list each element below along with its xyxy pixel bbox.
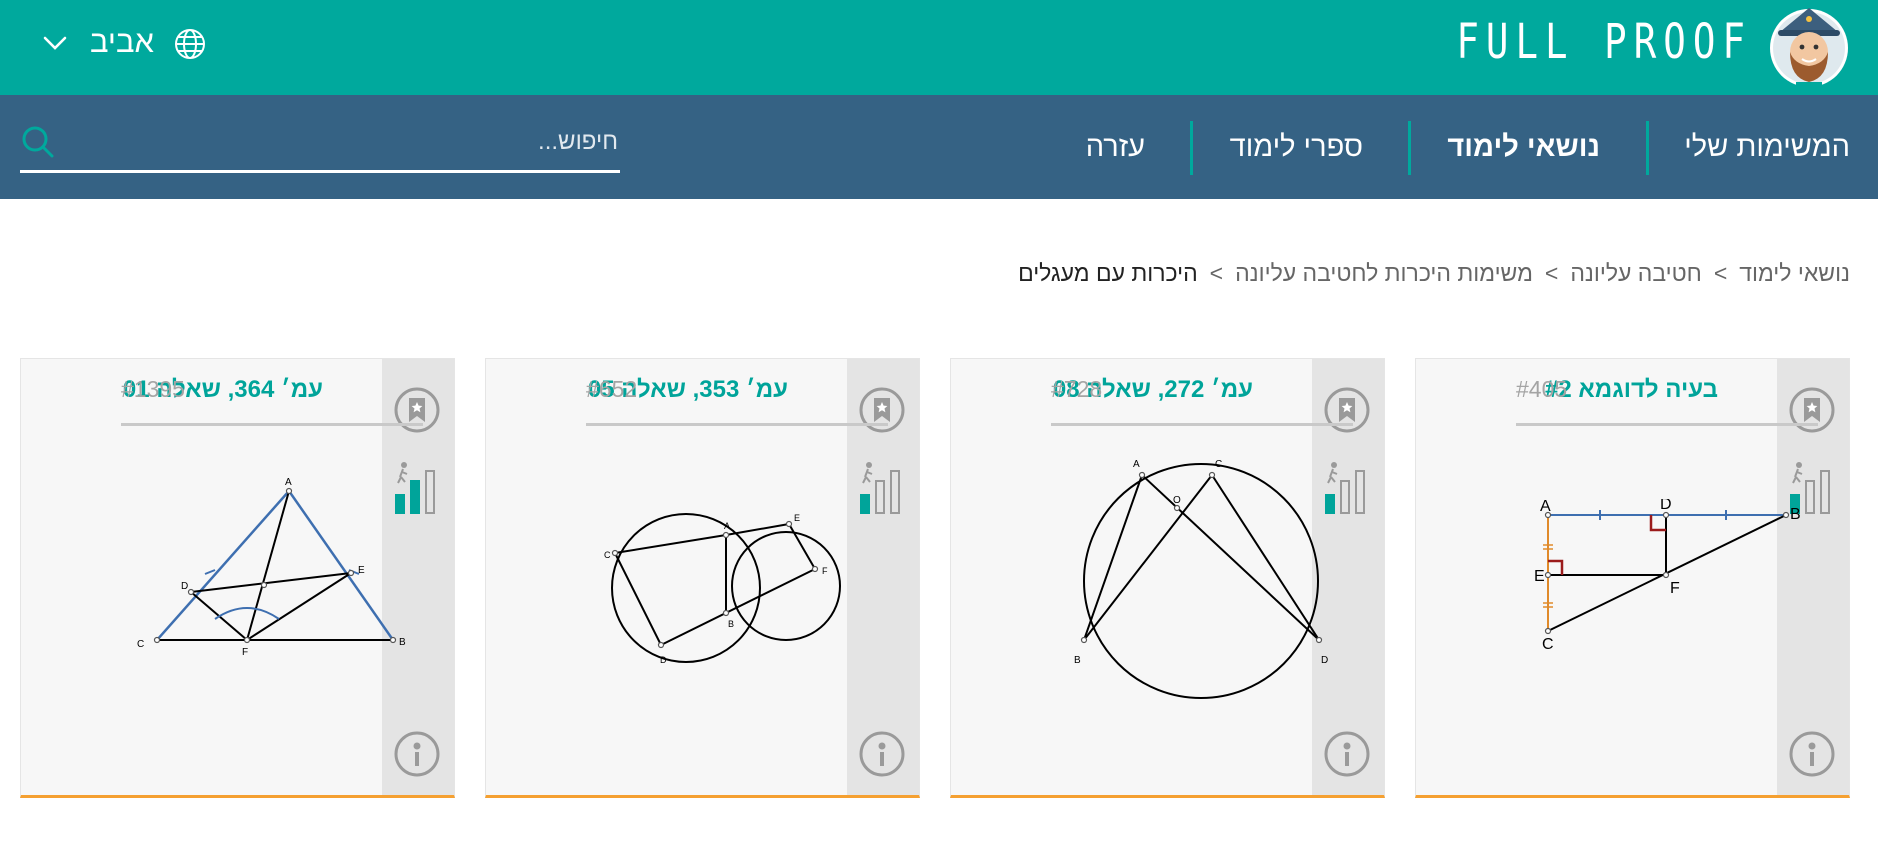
breadcrumb-item[interactable]: משימות היכרות לחטיבה עליונה	[1235, 260, 1533, 286]
card-number: #652	[586, 376, 638, 402]
figure-label: F	[1670, 580, 1680, 597]
info-icon[interactable]	[1789, 731, 1835, 777]
figure-label: D	[660, 655, 667, 665]
nav-item-textbooks[interactable]: ספרי לימוד	[1230, 95, 1363, 199]
geometry-figure: A E C F B D	[604, 513, 841, 665]
nav-divider	[1646, 121, 1649, 175]
figure-label: C	[137, 639, 144, 650]
figure-label: B	[728, 619, 734, 629]
avatar[interactable]	[1768, 4, 1850, 88]
geometry-figure: A D B E F C	[1534, 499, 1801, 653]
figure-label: F	[242, 647, 248, 658]
breadcrumb-separator: >	[1544, 260, 1559, 286]
figure-label: A	[285, 477, 292, 488]
language-label[interactable]: אביב	[90, 24, 154, 60]
card-number: #728	[1051, 376, 1103, 402]
search-icon[interactable]	[20, 124, 54, 158]
figure-label: O	[1173, 495, 1181, 506]
task-card[interactable]: בעיה לדוגמא #2 #405 A D B E F C	[1415, 358, 1850, 798]
task-card[interactable]: עמ׳ 272, שאלה 08 #728 A C O B D	[950, 358, 1385, 798]
top-bar: FULL PROOF אביב	[0, 0, 1878, 95]
card-header: עמ׳ 353, שאלה 05 #652	[586, 359, 888, 426]
figure-label: B	[1790, 506, 1801, 523]
nav-item-study-topics[interactable]: נושאי לימוד	[1447, 95, 1600, 199]
card-header: עמ׳ 364, שאלה 01 #1395	[121, 359, 423, 426]
card-number: #1395	[121, 376, 185, 402]
figure-label: D	[1321, 655, 1328, 666]
logo-text: FULL PROOF	[1456, 14, 1752, 70]
nav-item-help[interactable]: עזרה	[1086, 95, 1145, 199]
task-card[interactable]: עמ׳ 353, שאלה 05 #652 A E C F B D	[485, 358, 920, 798]
figure-label: D	[1660, 499, 1672, 513]
task-card[interactable]: עמ׳ 364, שאלה 01 #1395 A D E C F B	[20, 358, 455, 798]
figure-label: C	[1215, 459, 1222, 470]
figure-label: E	[358, 565, 365, 576]
nav-divider	[1190, 121, 1193, 175]
figure-label: A	[1540, 499, 1551, 515]
globe-icon[interactable]	[174, 28, 206, 60]
info-icon[interactable]	[394, 731, 440, 777]
figure-label: B	[1074, 655, 1081, 666]
figure-label: D	[181, 581, 188, 592]
figure-label: E	[1534, 568, 1545, 585]
figure-label: B	[399, 637, 406, 648]
info-icon[interactable]	[859, 731, 905, 777]
search-box	[20, 118, 620, 173]
breadcrumb-separator: >	[1209, 260, 1224, 286]
nav-divider	[1408, 121, 1411, 175]
difficulty-icon	[1325, 462, 1365, 514]
geometry-figure: A D E C F B	[137, 477, 406, 658]
figure-label: A	[724, 521, 730, 531]
breadcrumb-current: היכרות עם מעגלים	[1018, 260, 1198, 286]
card-number: #405	[1516, 376, 1568, 402]
figure-label: A	[1133, 459, 1140, 470]
breadcrumb-item[interactable]: נושאי לימוד	[1739, 260, 1850, 286]
breadcrumb-item[interactable]: חטיבה עליונה	[1570, 260, 1701, 286]
figure-label: F	[822, 566, 828, 576]
difficulty-icon	[860, 462, 900, 514]
geometry-figure: A C O B D	[1074, 459, 1328, 699]
nav-item-my-tasks[interactable]: המשימות שלי	[1684, 95, 1850, 199]
figure-label: C	[604, 550, 611, 560]
card-header: בעיה לדוגמא #2 #405	[1516, 359, 1818, 426]
figure-label: C	[1542, 636, 1554, 653]
chevron-down-icon[interactable]	[42, 30, 68, 56]
info-icon[interactable]	[1324, 731, 1370, 777]
breadcrumb-separator: >	[1713, 260, 1728, 286]
figure-label: E	[794, 513, 800, 523]
breadcrumb: נושאי לימוד > חטיבה עליונה > משימות היכרות ל…	[1018, 260, 1850, 287]
search-input[interactable]	[76, 120, 620, 164]
card-header: עמ׳ 272, שאלה 08 #728	[1051, 359, 1353, 426]
